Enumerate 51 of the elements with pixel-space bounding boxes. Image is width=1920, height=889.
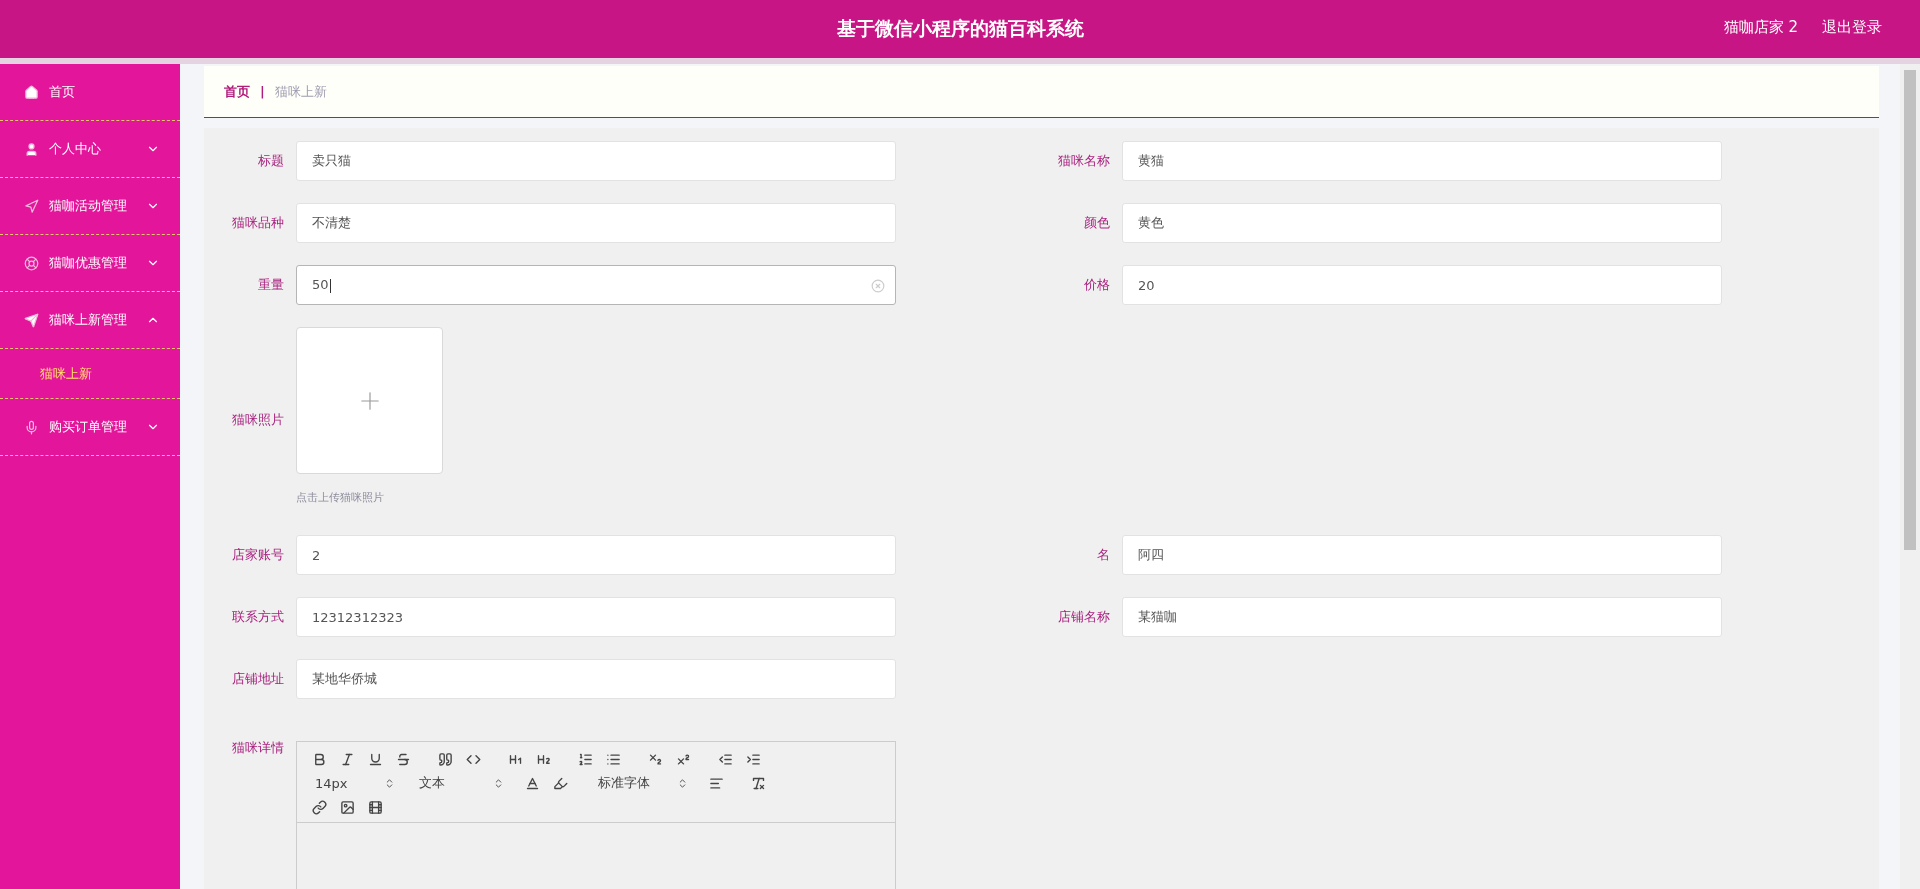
field-label: 店铺地址 bbox=[231, 670, 284, 688]
rich-text-editor[interactable]: 14px 文本 标准字体 bbox=[296, 741, 896, 889]
scrollbar[interactable] bbox=[1900, 64, 1920, 889]
select-arrows-icon bbox=[384, 777, 395, 789]
logout-link[interactable]: 退出登录 bbox=[1822, 18, 1882, 37]
select-arrows-icon bbox=[493, 777, 504, 789]
select-arrows-icon bbox=[677, 777, 688, 789]
input-field[interactable]: 某猫咖 bbox=[1122, 597, 1722, 637]
sidebar-subitem[interactable]: 猫咪上新 bbox=[0, 349, 180, 399]
sidebar-item[interactable]: 猫咪上新管理 bbox=[0, 292, 180, 349]
app-title: 基于微信小程序的猫百科系统 bbox=[836, 16, 1084, 41]
input-field[interactable]: 2 bbox=[296, 535, 896, 575]
menu-icon bbox=[24, 255, 39, 271]
field-label: 名 bbox=[1096, 546, 1110, 564]
field-label: 颜色 bbox=[1083, 214, 1110, 232]
input-field[interactable]: 卖只猫 bbox=[296, 141, 896, 181]
field-label: 猫咪照片 bbox=[231, 411, 284, 429]
input-field[interactable]: 某地华侨城 bbox=[296, 659, 896, 699]
sidebar-item[interactable]: 猫咖优惠管理 bbox=[0, 235, 180, 292]
breadcrumb-link[interactable]: 首页 bbox=[224, 82, 250, 101]
field-label: 猫咪详情 bbox=[231, 739, 284, 757]
menu-icon bbox=[24, 198, 39, 214]
input-field[interactable]: 黄色 bbox=[1122, 203, 1722, 243]
field-label: 标题 bbox=[257, 152, 284, 170]
menu-icon bbox=[24, 84, 39, 100]
input-field[interactable]: 50 bbox=[296, 265, 896, 305]
breadcrumb-separator: | bbox=[260, 84, 265, 99]
field-label: 重量 bbox=[257, 276, 284, 294]
field-label: 店铺名称 bbox=[1057, 608, 1110, 626]
sidebar-item[interactable]: 猫咖活动管理 bbox=[0, 178, 180, 235]
input-field[interactable]: 不清楚 bbox=[296, 203, 896, 243]
menu-icon bbox=[24, 141, 39, 157]
editor-select[interactable]: 文本 bbox=[409, 774, 504, 792]
field-label: 店家账号 bbox=[231, 546, 284, 564]
field-label: 猫咪品种 bbox=[231, 214, 284, 232]
input-field[interactable]: 阿四 bbox=[1122, 535, 1722, 575]
upload-hint: 点击上传猫咪照片 bbox=[296, 490, 385, 505]
field-label: 猫咪名称 bbox=[1057, 152, 1110, 170]
field-label: 联系方式 bbox=[231, 608, 284, 626]
editor-select[interactable]: 标准字体 bbox=[588, 774, 688, 792]
input-field[interactable]: 黄猫 bbox=[1122, 141, 1722, 181]
input-field[interactable]: 20 bbox=[1122, 265, 1722, 305]
user-name: 猫咖店家 2 bbox=[1723, 18, 1798, 37]
menu-icon bbox=[24, 419, 39, 435]
field-label: 价格 bbox=[1083, 276, 1110, 294]
input-field[interactable]: 12312312323 bbox=[296, 597, 896, 637]
menu-icon bbox=[24, 312, 39, 328]
sidebar-item[interactable]: 购买订单管理 bbox=[0, 399, 180, 456]
editor-select[interactable]: 14px bbox=[305, 775, 395, 791]
sidebar-item[interactable]: 首页 bbox=[0, 64, 180, 121]
sidebar-item[interactable]: 个人中心 bbox=[0, 121, 180, 178]
